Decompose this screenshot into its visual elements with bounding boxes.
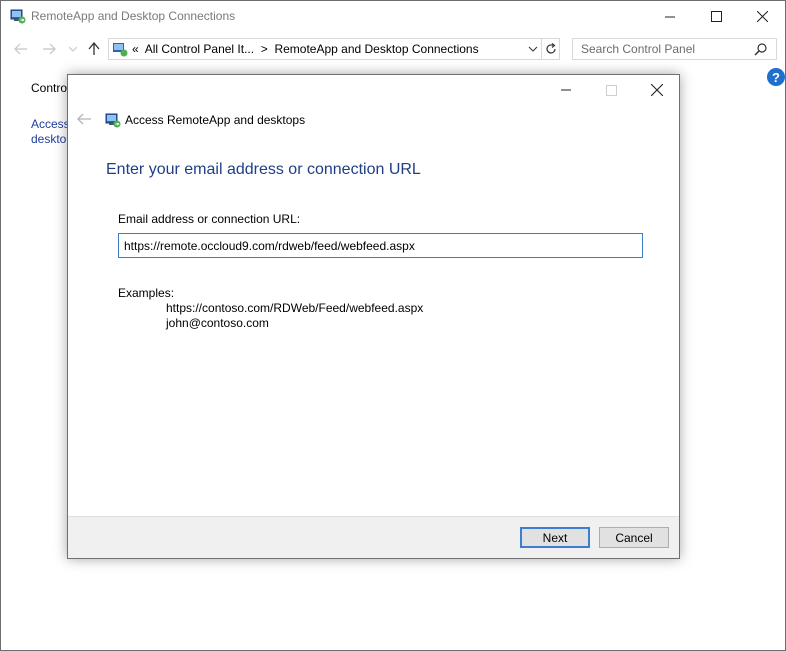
dialog-close-button[interactable]: [634, 75, 680, 105]
breadcrumb-parent[interactable]: All Control Panel It...: [145, 42, 254, 56]
search-placeholder: Search Control Panel: [581, 42, 696, 56]
up-button[interactable]: [85, 40, 103, 58]
dialog-title: Access RemoteApp and desktops: [125, 113, 306, 127]
help-icon[interactable]: ?: [767, 68, 785, 86]
example-url: https://contoso.com/RDWeb/Feed/webfeed.a…: [166, 301, 424, 315]
forward-button[interactable]: [40, 40, 58, 58]
dialog-maximize-button: [588, 75, 634, 105]
back-arrow-icon: [14, 43, 27, 55]
address-dropdown-icon[interactable]: [527, 42, 539, 56]
maximize-button[interactable]: [693, 1, 739, 32]
cancel-button[interactable]: Cancel: [599, 527, 669, 548]
remoteapp-icon: [105, 113, 121, 128]
forward-arrow-icon: [43, 43, 56, 55]
breadcrumb: « All Control Panel It... > RemoteApp an…: [132, 42, 479, 56]
control-panel-icon: [113, 43, 128, 57]
window-title: RemoteApp and Desktop Connections: [31, 9, 236, 23]
refresh-icon: [546, 43, 556, 54]
navigation-bar: « All Control Panel It... > RemoteApp an…: [1, 36, 785, 62]
up-arrow-icon: [88, 42, 100, 55]
example-email: john@contoso.com: [166, 316, 269, 330]
breadcrumb-current[interactable]: RemoteApp and Desktop Connections: [274, 42, 478, 56]
sidebar-link-control-panel-home[interactable]: Contro: [31, 81, 67, 95]
recent-locations-button[interactable]: [64, 40, 82, 58]
remoteapp-icon: [10, 9, 26, 24]
dialog-heading: Enter your email address or connection U…: [106, 161, 421, 178]
close-icon: [651, 84, 663, 96]
next-button[interactable]: Next: [520, 527, 590, 548]
breadcrumb-separator[interactable]: >: [261, 42, 268, 56]
dialog-minimize-button[interactable]: [543, 75, 589, 105]
examples-label: Examples:: [118, 286, 175, 300]
minimize-icon: [561, 89, 571, 91]
refresh-button[interactable]: [541, 39, 560, 59]
maximize-icon: [710, 11, 722, 22]
access-remoteapp-dialog: Access RemoteApp and desktops Enter your…: [67, 74, 680, 559]
close-icon: [756, 11, 768, 22]
url-field-label: Email address or connection URL:: [118, 212, 301, 226]
back-button[interactable]: [12, 40, 30, 58]
minimize-button[interactable]: [647, 1, 693, 32]
search-icon[interactable]: [754, 42, 768, 56]
chevron-down-icon: [69, 46, 77, 52]
search-box[interactable]: Search Control Panel: [572, 38, 777, 60]
dialog-back-arrow-icon[interactable]: [76, 111, 92, 127]
breadcrumb-overflow[interactable]: «: [132, 42, 139, 56]
minimize-icon: [665, 16, 675, 17]
connection-url-input[interactable]: [118, 233, 643, 258]
close-button[interactable]: [739, 1, 785, 32]
address-bar[interactable]: « All Control Panel It... > RemoteApp an…: [108, 38, 560, 60]
maximize-icon: [605, 84, 617, 96]
sidebar-link-access-line1[interactable]: Access: [31, 117, 70, 131]
dialog-footer: Next Cancel: [68, 516, 679, 558]
title-bar: RemoteApp and Desktop Connections: [1, 1, 785, 32]
